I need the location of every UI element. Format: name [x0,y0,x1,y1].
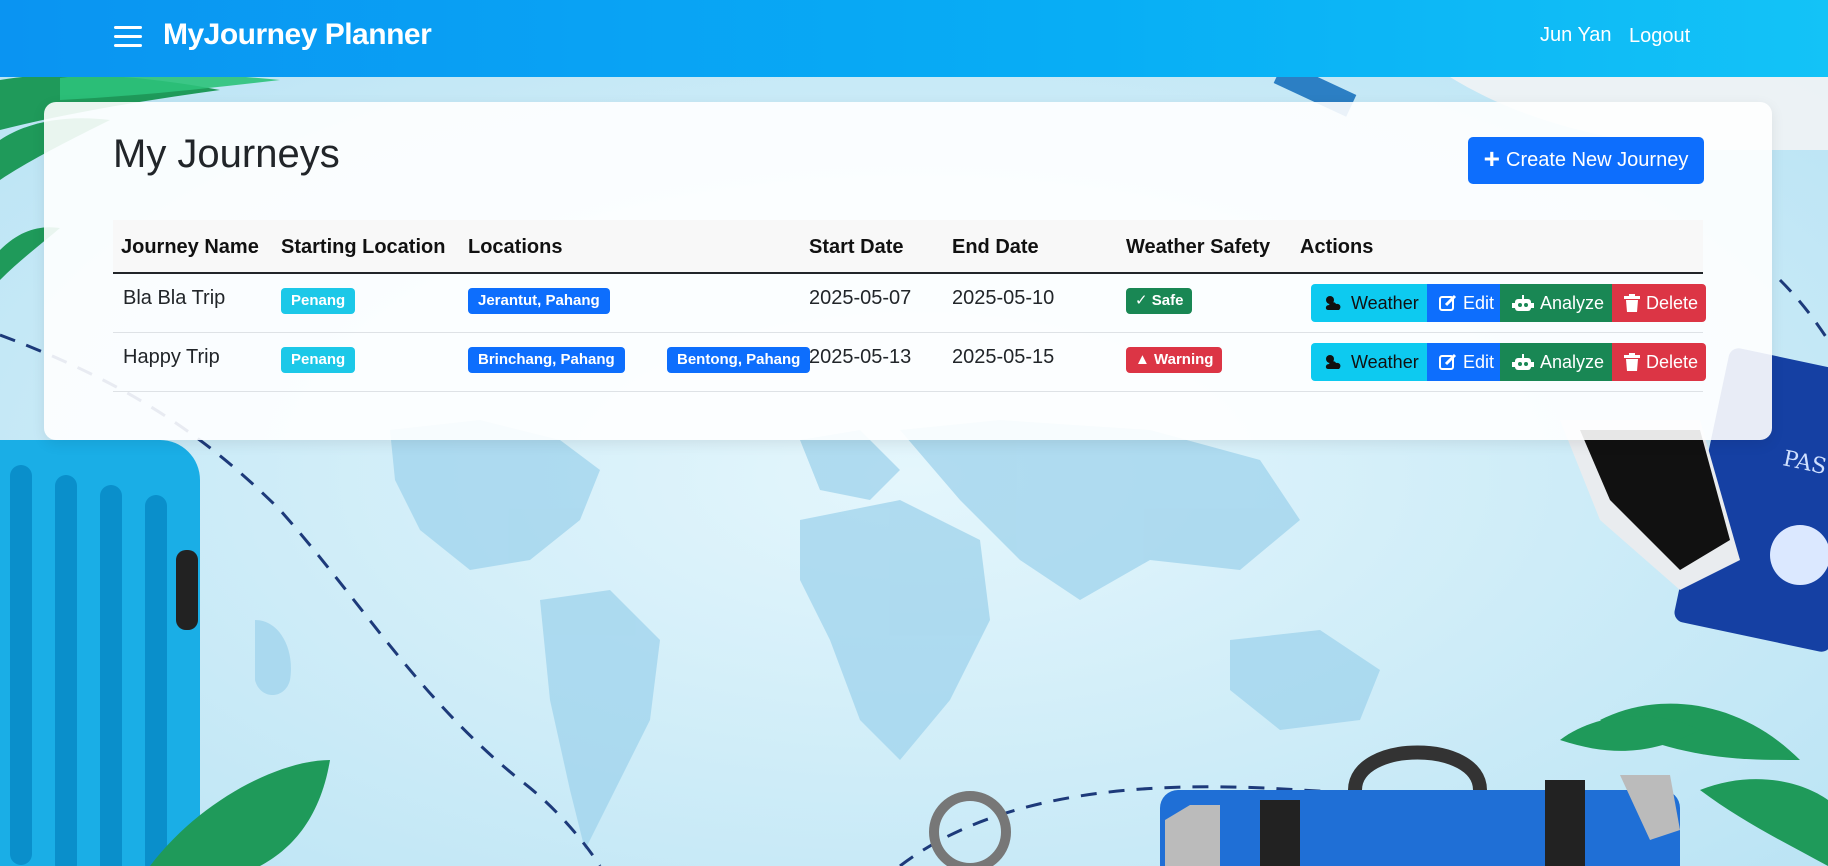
journey-name: Bla Bla Trip [123,287,226,309]
safety-label: Warning [1154,351,1214,368]
edit-button[interactable]: Edit [1427,284,1500,322]
edit-icon [1439,353,1457,370]
plus-icon: + [1483,143,1501,174]
delete-button[interactable]: Delete [1612,343,1706,381]
journeys-table: Journey Name Starting Location Locations… [113,220,1706,392]
analyze-button[interactable]: Analyze [1500,284,1612,322]
weather-button[interactable]: Weather [1311,284,1427,322]
page-title: My Journeys [113,132,340,176]
start-date: 2025-05-07 [809,287,912,309]
safety-badge: ✓ Safe [1126,288,1193,314]
header-locations: Locations [468,236,563,258]
header-start-date: Start Date [809,236,904,258]
weather-button[interactable]: Weather [1311,343,1427,381]
location-badge: Jerantut, Pahang [468,288,610,314]
start-location-badge: Penang [281,347,356,373]
journey-name: Happy Trip [123,346,220,368]
trash-icon [1624,353,1640,371]
end-date: 2025-05-15 [952,346,1055,368]
location-badge: Bentong, Pahang [667,347,811,373]
create-journey-button[interactable]: + Create New Journey [1468,137,1704,184]
start-date: 2025-05-13 [809,346,912,368]
table-row: Happy Trip Penang Brinchang, Pahang Bent… [113,333,1706,392]
table-header: Journey Name Starting Location Locations… [113,220,1703,274]
header-end-date: End Date [952,236,1039,258]
header-starting-location: Starting Location [281,236,446,258]
user-name[interactable]: Jun Yan [1540,24,1612,47]
header-actions: Actions [1300,236,1374,258]
safety-badge: ▲ Warning [1126,347,1223,373]
cloud-sun-icon [1325,296,1341,310]
end-date: 2025-05-10 [952,287,1055,309]
create-journey-label: Create New Journey [1506,149,1689,171]
start-location-badge: Penang [281,288,356,314]
journeys-card: My Journeys + Create New Journey Journey… [44,102,1772,440]
check-icon: ✓ [1135,292,1148,309]
top-navbar: MyJourney Planner Jun Yan Logout [0,0,1828,77]
robot-icon [1512,295,1534,311]
header-journey-name: Journey Name [121,236,259,258]
location-badge: Brinchang, Pahang [468,347,625,373]
safety-label: Safe [1151,292,1184,309]
app-brand[interactable]: MyJourney Planner [163,18,432,52]
table-row: Bla Bla Trip Penang Jerantut, Pahang 202… [113,274,1706,333]
robot-icon [1512,354,1534,370]
cloud-sun-icon [1325,355,1341,369]
warning-triangle-icon: ▲ [1135,351,1150,368]
edit-icon [1439,294,1457,311]
analyze-button[interactable]: Analyze [1500,343,1612,381]
edit-button[interactable]: Edit [1427,343,1500,381]
header-weather-safety: Weather Safety [1126,236,1271,258]
row-actions: Weather Edit Analyze Delete [1311,284,1706,322]
delete-button[interactable]: Delete [1612,284,1706,322]
logout-link[interactable]: Logout [1629,25,1690,48]
trash-icon [1624,294,1640,312]
row-actions: Weather Edit Analyze Delete [1311,343,1706,381]
hamburger-icon[interactable] [112,22,144,52]
